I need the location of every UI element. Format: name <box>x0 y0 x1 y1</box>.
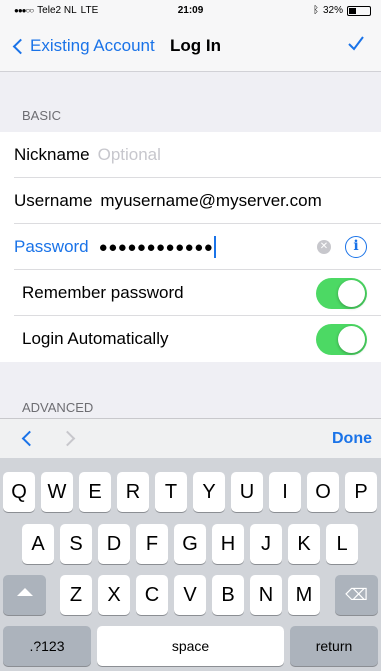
battery-icon <box>347 5 371 16</box>
toggle-knob <box>338 279 365 307</box>
key-u[interactable]: U <box>231 472 263 512</box>
backspace-key[interactable]: ⌫ <box>335 575 378 615</box>
numbers-key[interactable]: .?123 <box>3 626 91 666</box>
previous-field-icon[interactable] <box>21 430 38 447</box>
section-header-basic: BASIC <box>22 108 62 123</box>
next-field-icon[interactable] <box>59 430 76 447</box>
key-y[interactable]: Y <box>193 472 225 512</box>
key-o[interactable]: O <box>307 472 339 512</box>
key-j[interactable]: J <box>250 524 282 564</box>
remember-password-row: Remember password <box>0 270 381 316</box>
page-title: Log In <box>170 36 221 55</box>
key-d[interactable]: D <box>98 524 130 564</box>
keyboard-accessory-bar: Done <box>0 418 381 458</box>
username-label: Username <box>14 191 93 210</box>
nickname-label: Nickname <box>14 145 90 164</box>
shift-arrow-icon <box>16 588 33 596</box>
battery-level <box>349 7 357 14</box>
info-icon[interactable]: i <box>345 236 367 258</box>
keyboard: ⌫ .?123 space return QWERTYUIOP ASDFGHJKL… <box>0 458 381 671</box>
key-x[interactable]: X <box>98 575 130 615</box>
space-key[interactable]: space <box>97 626 284 666</box>
key-g[interactable]: G <box>174 524 206 564</box>
password-field[interactable]: ●●●●●●●●●●●● <box>99 239 214 256</box>
login-automatically-row: Login Automatically <box>0 316 381 362</box>
key-f[interactable]: F <box>136 524 168 564</box>
key-n[interactable]: N <box>250 575 282 615</box>
nickname-row[interactable]: Nickname Optional <box>0 132 381 178</box>
key-e[interactable]: E <box>79 472 111 512</box>
section-header-advanced: ADVANCED <box>22 400 94 415</box>
password-row[interactable]: Password ●●●●●●●●●●●● ✕ i <box>0 224 381 270</box>
key-c[interactable]: C <box>136 575 168 615</box>
key-b[interactable]: B <box>212 575 244 615</box>
key-r[interactable]: R <box>117 472 149 512</box>
key-z[interactable]: Z <box>60 575 92 615</box>
backspace-icon: ⌫ <box>345 587 368 604</box>
key-a[interactable]: A <box>22 524 54 564</box>
checkmark-icon[interactable] <box>347 34 365 52</box>
clear-text-icon[interactable]: ✕ <box>317 240 331 254</box>
login-automatically-label: Login Automatically <box>22 329 169 348</box>
remember-password-label: Remember password <box>22 283 184 302</box>
key-p[interactable]: P <box>345 472 377 512</box>
username-field[interactable]: myusername@myserver.com <box>100 191 321 211</box>
key-k[interactable]: K <box>288 524 320 564</box>
back-button[interactable]: Existing Account <box>12 36 155 56</box>
navigation-bar: Existing Account Log In <box>0 20 381 72</box>
password-label: Password <box>14 237 89 256</box>
battery-percent: 32% <box>322 5 343 16</box>
key-h[interactable]: H <box>212 524 244 564</box>
text-cursor <box>214 236 217 258</box>
key-s[interactable]: S <box>60 524 92 564</box>
key-v[interactable]: V <box>174 575 206 615</box>
shift-key[interactable] <box>3 575 46 615</box>
back-button-label: Existing Account <box>30 36 155 55</box>
return-key[interactable]: return <box>290 626 378 666</box>
remember-password-toggle[interactable] <box>316 277 367 309</box>
key-t[interactable]: T <box>155 472 187 512</box>
key-m[interactable]: M <box>288 575 320 615</box>
key-i[interactable]: I <box>269 472 301 512</box>
bluetooth-icon: ᛒ <box>312 5 319 16</box>
key-q[interactable]: Q <box>3 472 35 512</box>
login-automatically-toggle[interactable] <box>316 323 367 355</box>
key-w[interactable]: W <box>41 472 73 512</box>
done-button[interactable]: Done <box>332 430 372 448</box>
toggle-knob <box>338 325 365 353</box>
key-l[interactable]: L <box>326 524 358 564</box>
status-bar: ●●●○○ Tele2 NL LTE 21:09 ᛒ 32% <box>0 0 381 20</box>
username-row[interactable]: Username myusername@myserver.com <box>0 178 381 224</box>
chevron-left-icon <box>12 38 29 54</box>
nickname-field[interactable]: Optional <box>98 145 161 165</box>
